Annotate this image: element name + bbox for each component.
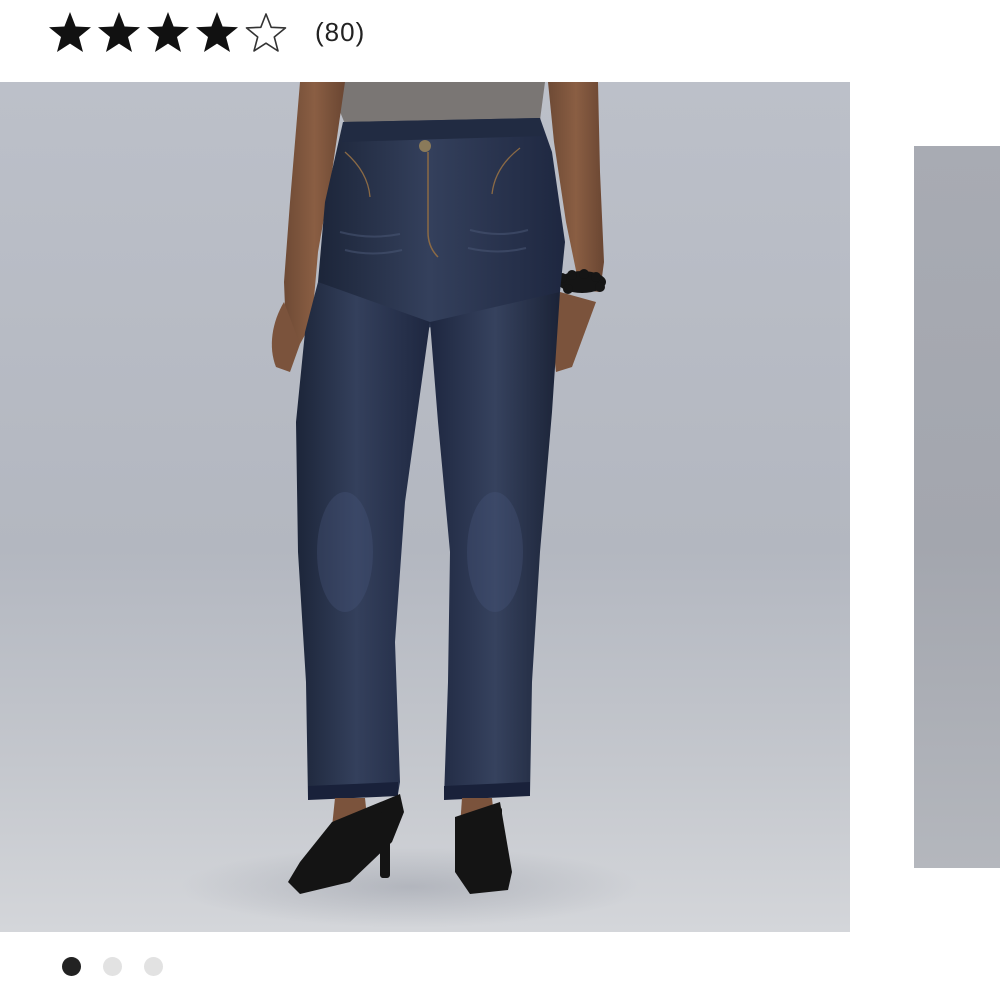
- star-filled-icon: [48, 10, 92, 54]
- star-filled-icon: [97, 10, 141, 54]
- pagination-dot-3[interactable]: [144, 957, 163, 976]
- star-outline-icon: [244, 10, 288, 54]
- star-filled-icon: [146, 10, 190, 54]
- product-image-next-peek[interactable]: [914, 146, 1000, 868]
- product-image-main[interactable]: [0, 82, 850, 932]
- review-count[interactable]: (80): [315, 17, 365, 48]
- jeans-model-photo: [0, 82, 850, 932]
- product-image-carousel[interactable]: [0, 82, 1000, 932]
- pagination-dot-1[interactable]: [62, 957, 81, 976]
- product-page: (80): [0, 0, 1000, 1000]
- star-filled-icon: [195, 10, 239, 54]
- product-rating[interactable]: (80): [48, 6, 365, 58]
- star-rating: [48, 10, 293, 54]
- pagination-dot-2[interactable]: [103, 957, 122, 976]
- carousel-pagination: [62, 957, 185, 976]
